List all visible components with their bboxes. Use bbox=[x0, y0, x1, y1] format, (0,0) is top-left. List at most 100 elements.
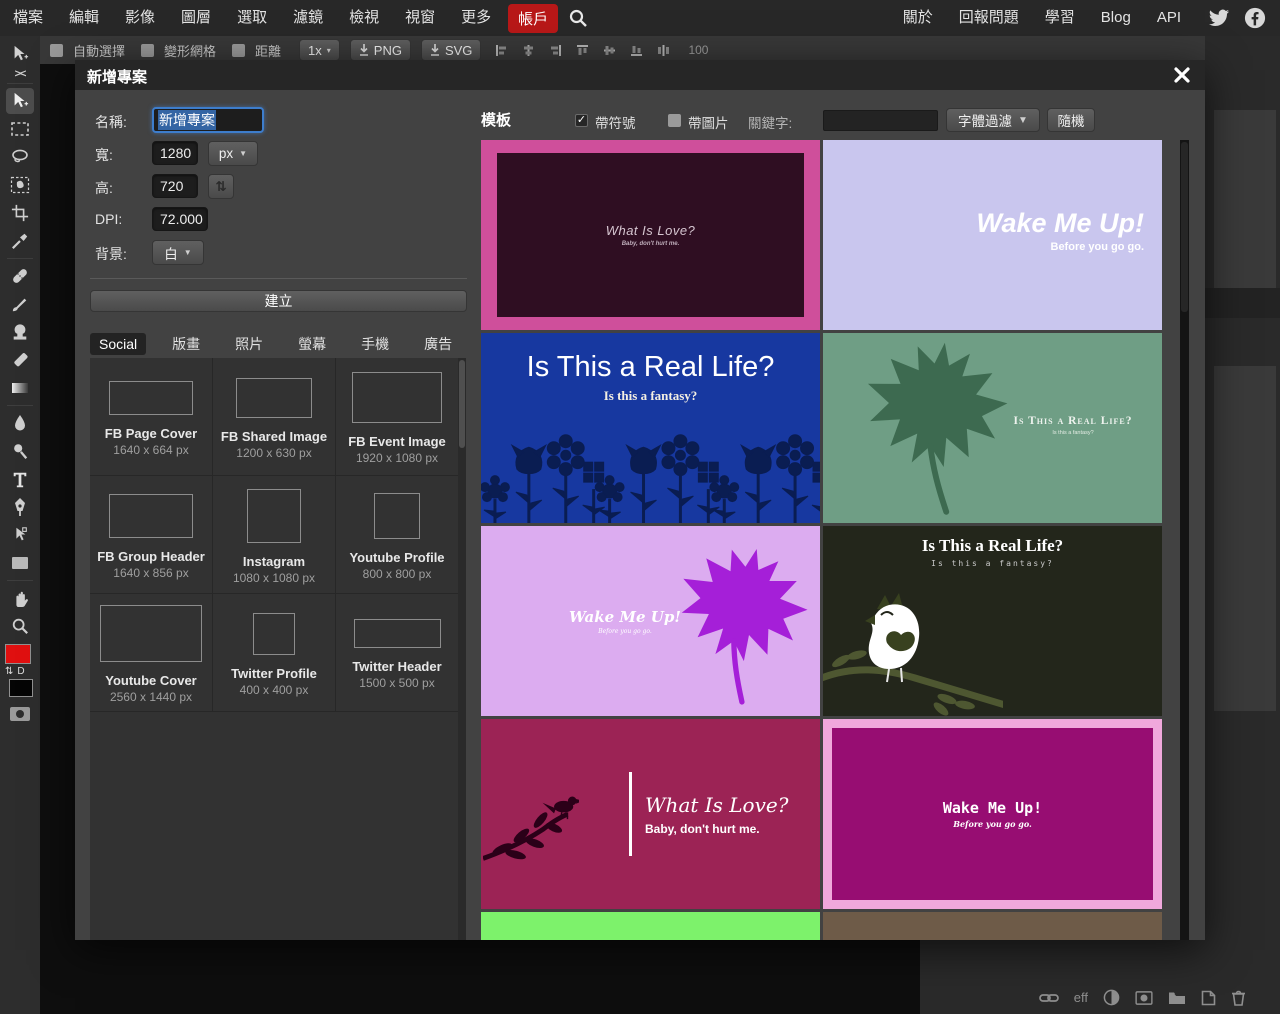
collapse-toolbar-button[interactable]: >< bbox=[15, 68, 26, 80]
templates-scrollbar[interactable] bbox=[1180, 140, 1189, 940]
unit-select[interactable]: px ▼ bbox=[208, 141, 258, 166]
menu-layer[interactable]: 圖層 bbox=[168, 0, 224, 36]
align-middle-icon[interactable] bbox=[603, 44, 616, 57]
clone-stamp-tool[interactable] bbox=[6, 319, 34, 345]
menu-blog[interactable]: Blog bbox=[1088, 0, 1144, 36]
menu-edit[interactable]: 編輯 bbox=[56, 0, 112, 36]
template-real-life-dark-bird[interactable]: Is This a Real Life? Is this a fantasy? bbox=[823, 526, 1162, 716]
lasso-tool[interactable] bbox=[6, 144, 34, 170]
background-color-swatch[interactable] bbox=[9, 679, 33, 697]
eraser-tool[interactable] bbox=[6, 347, 34, 373]
template-partial-green[interactable] bbox=[481, 912, 820, 940]
export-png-button[interactable]: PNG bbox=[350, 39, 411, 61]
background-select[interactable]: 白 ▼ bbox=[152, 240, 204, 265]
menu-more[interactable]: 更多 bbox=[448, 0, 504, 36]
tab-social[interactable]: Social bbox=[90, 333, 146, 355]
menu-learn[interactable]: 學習 bbox=[1032, 0, 1088, 36]
type-tool[interactable] bbox=[6, 466, 34, 492]
preset-instagram[interactable]: Instagram 1080 x 1080 px bbox=[213, 476, 336, 594]
scrollbar-thumb[interactable] bbox=[1181, 142, 1188, 312]
collapsed-panel[interactable] bbox=[1214, 110, 1276, 288]
tab-screen[interactable]: 螢幕 bbox=[289, 331, 335, 357]
template-wake-me-up-lavender[interactable]: Wake Me Up! Before you go go. bbox=[823, 140, 1162, 330]
random-button[interactable]: 隨機 bbox=[1047, 108, 1095, 132]
keyword-input[interactable] bbox=[823, 110, 938, 131]
account-button[interactable]: 帳戶 bbox=[508, 4, 558, 33]
preset-fb-page-cover[interactable]: FB Page Cover 1640 x 664 px bbox=[90, 358, 213, 476]
close-dialog-button[interactable] bbox=[1169, 62, 1195, 88]
gradient-tool[interactable] bbox=[6, 375, 34, 401]
tab-photo[interactable]: 照片 bbox=[226, 331, 272, 357]
eyedropper-tool[interactable] bbox=[6, 228, 34, 254]
menu-view[interactable]: 檢視 bbox=[336, 0, 392, 36]
pen-tool[interactable] bbox=[6, 494, 34, 520]
preset-fb-shared-image[interactable]: FB Shared Image 1200 x 630 px bbox=[213, 358, 336, 476]
height-input[interactable]: 720 bbox=[152, 174, 198, 198]
align-center-h-icon[interactable] bbox=[522, 44, 535, 57]
preset-youtube-profile[interactable]: Youtube Profile 800 x 800 px bbox=[336, 476, 458, 594]
zoom-factor-select[interactable]: 1x ▾ bbox=[299, 39, 340, 61]
brush-tool[interactable] bbox=[6, 291, 34, 317]
link-layers-icon[interactable] bbox=[1039, 992, 1059, 1004]
delete-layer-icon[interactable] bbox=[1231, 990, 1246, 1006]
preset-fb-event-image[interactable]: FB Event Image 1920 x 1080 px bbox=[336, 358, 458, 476]
layer-mask-icon[interactable] bbox=[1135, 991, 1153, 1005]
shape-tool[interactable] bbox=[6, 550, 34, 576]
menu-select[interactable]: 選取 bbox=[224, 0, 280, 36]
scrollbar-thumb[interactable] bbox=[459, 360, 465, 448]
preset-scrollbar[interactable] bbox=[458, 358, 466, 940]
preset-fb-group-header[interactable]: FB Group Header 1640 x 856 px bbox=[90, 476, 213, 594]
align-top-icon[interactable] bbox=[576, 44, 589, 57]
transform-controls-checkbox[interactable] bbox=[141, 44, 154, 57]
font-filter-button[interactable]: 字體過濾 ▼ bbox=[946, 108, 1040, 132]
width-input[interactable]: 1280 bbox=[152, 141, 198, 165]
menu-about[interactable]: 關於 bbox=[890, 0, 946, 36]
menu-filter[interactable]: 濾鏡 bbox=[280, 0, 336, 36]
new-layer-icon[interactable] bbox=[1201, 990, 1216, 1006]
tab-ads[interactable]: 廣告 bbox=[415, 331, 461, 357]
align-left-icon[interactable] bbox=[495, 44, 508, 57]
menu-file[interactable]: 檔案 bbox=[0, 0, 56, 36]
collapsed-panel[interactable] bbox=[1214, 366, 1276, 711]
new-folder-icon[interactable] bbox=[1168, 991, 1186, 1005]
quick-selection-tool[interactable] bbox=[6, 172, 34, 198]
healing-brush-tool[interactable] bbox=[6, 263, 34, 289]
dpi-input[interactable]: 72.000 bbox=[152, 207, 208, 231]
twitter-icon[interactable] bbox=[1208, 7, 1230, 29]
template-wake-me-up-violet-leaf[interactable]: Wake Me Up! Before you go go. bbox=[481, 526, 820, 716]
path-select-tool[interactable] bbox=[6, 522, 34, 548]
template-what-is-love-crimson[interactable]: What Is Love? Baby, don't hurt me. bbox=[481, 719, 820, 909]
crop-tool[interactable] bbox=[6, 200, 34, 226]
template-wake-me-up-magenta-framed[interactable]: Wake Me Up! Before you go go. bbox=[823, 719, 1162, 909]
menu-api[interactable]: API bbox=[1144, 0, 1194, 36]
align-right-icon[interactable] bbox=[549, 44, 562, 57]
quick-mask-button[interactable] bbox=[6, 701, 34, 727]
project-name-input[interactable]: 新增專案 bbox=[152, 107, 264, 133]
rectangle-select-tool[interactable] bbox=[6, 116, 34, 142]
default-colors-button[interactable]: D bbox=[17, 666, 24, 677]
template-real-life-blue-flowers[interactable]: Is This a Real Life? Is this a fantasy? bbox=[481, 333, 820, 523]
template-partial-brown[interactable] bbox=[823, 912, 1162, 940]
with-images-checkbox[interactable] bbox=[668, 114, 681, 127]
facebook-icon[interactable] bbox=[1244, 7, 1266, 29]
move-tool[interactable] bbox=[6, 88, 34, 114]
hand-tool[interactable] bbox=[6, 585, 34, 611]
adjustment-layer-icon[interactable] bbox=[1103, 989, 1120, 1006]
preset-twitter-profile[interactable]: Twitter Profile 400 x 400 px bbox=[213, 594, 336, 712]
template-real-life-green-leaf[interactable]: Is This a Real Life? Is this a fantasy? bbox=[823, 333, 1162, 523]
distance-checkbox[interactable] bbox=[232, 44, 245, 57]
blur-tool[interactable] bbox=[6, 410, 34, 436]
distribute-h-icon[interactable] bbox=[657, 44, 670, 57]
align-bottom-icon[interactable] bbox=[630, 44, 643, 57]
preset-twitter-header[interactable]: Twitter Header 1500 x 500 px bbox=[336, 594, 458, 712]
with-symbols-checkbox[interactable]: ✓ bbox=[575, 114, 588, 127]
tab-mobile[interactable]: 手機 bbox=[352, 331, 398, 357]
menu-report-issue[interactable]: 回報問題 bbox=[946, 0, 1032, 36]
swap-colors-button[interactable]: ⇅ bbox=[5, 666, 13, 677]
auto-select-checkbox[interactable] bbox=[50, 44, 63, 57]
create-button[interactable]: 建立 bbox=[90, 290, 467, 312]
menu-image[interactable]: 影像 bbox=[112, 0, 168, 36]
foreground-color-swatch[interactable] bbox=[5, 644, 31, 664]
template-what-is-love-framed[interactable]: What Is Love? Baby, don't hurt me. bbox=[481, 140, 820, 330]
preset-youtube-cover[interactable]: Youtube Cover 2560 x 1440 px bbox=[90, 594, 213, 712]
